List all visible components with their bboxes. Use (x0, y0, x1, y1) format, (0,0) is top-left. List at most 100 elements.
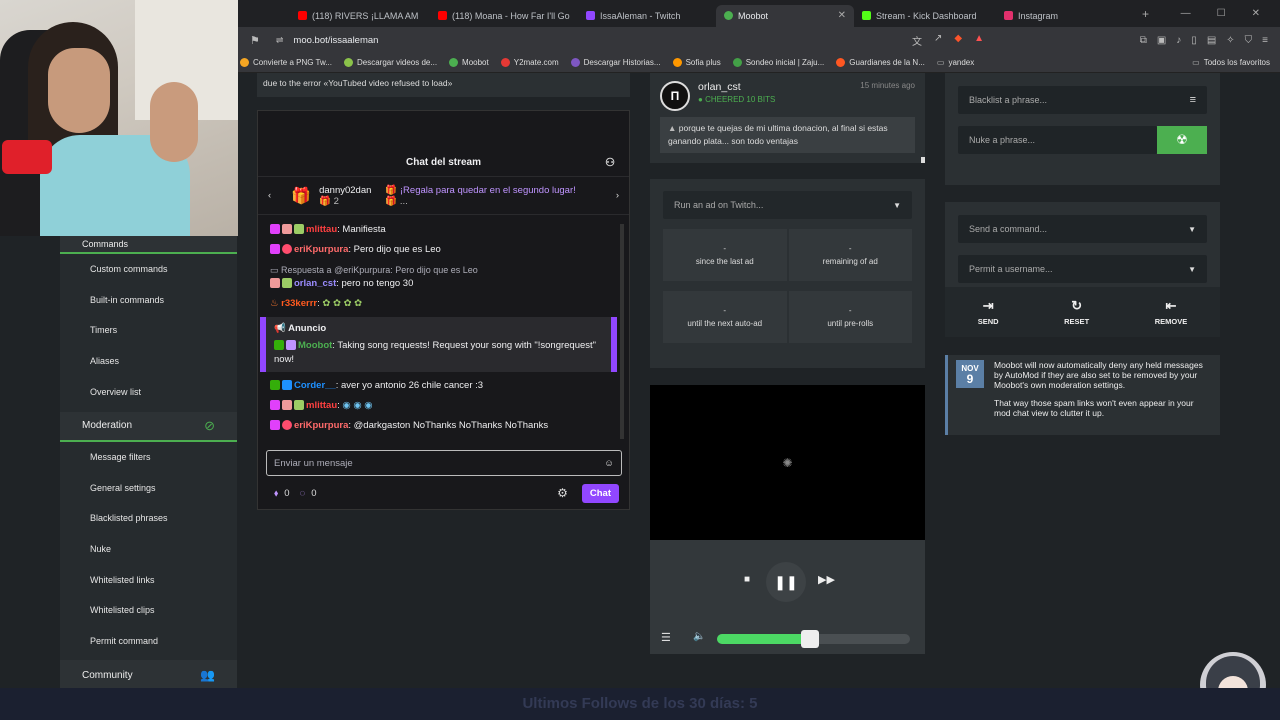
stream-footer: Ultimos Follows de los 30 días: 5 (0, 688, 1280, 720)
sidebar-community-header[interactable]: Community 👥 (60, 660, 237, 691)
vpn-icon[interactable]: ⛉ (1245, 35, 1253, 46)
webcam-hand (150, 82, 198, 162)
skip-forward-icon[interactable]: ▶▶ (818, 573, 835, 586)
sidebar-item-timers[interactable]: Timers (60, 315, 237, 346)
bookmark-2[interactable]: Descargar videos de... (344, 58, 437, 67)
minimize-icon[interactable]: — (1181, 8, 1191, 19)
ad-stat-label: until the next auto-ad (687, 319, 763, 328)
music-icon[interactable]: ♪ (1176, 35, 1181, 46)
bookmark-favicon (836, 58, 846, 67)
sidebar-item-custom-commands[interactable]: Custom commands (60, 254, 237, 285)
share-icon[interactable]: ↗ (934, 33, 942, 48)
chat-username[interactable]: eriKpurpura (294, 420, 348, 431)
leo-icon[interactable]: ✧ (1226, 35, 1234, 46)
bookmark-4[interactable]: Y2mate.com (500, 58, 559, 67)
sidebar-item-overview-list[interactable]: Overview list (60, 376, 237, 407)
blacklist-input[interactable]: Blacklist a phrase... ≡ (958, 86, 1207, 114)
bookmark-6[interactable]: Sofia plus (672, 58, 721, 67)
browser-tab-1[interactable]: (118) RIVERS ¡LLAMA AM (290, 5, 430, 27)
chat-input[interactable]: Enviar un mensaje ☺ (266, 450, 622, 476)
volume-slider[interactable] (717, 630, 910, 648)
screenshot-icon[interactable]: ▣ (1157, 35, 1166, 46)
status-dot-icon: ● (698, 95, 703, 104)
brave-shield-icon[interactable]: ◆ (954, 33, 962, 48)
volume-knob[interactable] (800, 630, 819, 648)
list-icon[interactable]: ≡ (1190, 94, 1196, 106)
bookmark-icon[interactable]: ⚑ (250, 34, 260, 47)
wallet-icon[interactable]: ▤ (1207, 35, 1216, 46)
chat-username[interactable]: mlittau (306, 400, 337, 411)
chat-username[interactable]: r33kerrr (281, 298, 317, 309)
close-tab-icon[interactable]: ✕ (838, 10, 846, 21)
pause-button[interactable]: ❚❚ (766, 562, 806, 602)
browser-tab-2[interactable]: (118) Moana - How Far I'll Go (430, 5, 578, 27)
bookmark-7[interactable]: Sondeo inicial | Zaju... (732, 58, 824, 67)
volume-icon[interactable]: 🔈 (693, 631, 705, 642)
browser-tab-4[interactable]: Moobot ✕ (716, 4, 854, 27)
chat-send-button[interactable]: Chat (581, 483, 619, 503)
chat-username[interactable]: Corder__ (294, 380, 336, 391)
chat-text: : (337, 400, 340, 411)
community-icon[interactable]: ⚇ (605, 156, 615, 169)
chat-username[interactable]: eriKpurpura (294, 244, 348, 255)
sidebar-item-whitelisted-clips[interactable]: Whitelisted clips (60, 595, 237, 626)
brave-rewards-icon[interactable]: ▲ (974, 33, 984, 48)
bits-icon[interactable]: ◌ (300, 488, 306, 499)
loading-spinner-icon: ✺ (782, 455, 793, 470)
maximize-icon[interactable]: ☐ (1217, 8, 1226, 19)
bookmark-3[interactable]: Moobot (449, 58, 489, 67)
chevron-right-icon[interactable]: › (616, 190, 619, 201)
bookmark-5[interactable]: Descargar Historias... (570, 58, 661, 67)
sidebar-moderation-header[interactable]: Moderation ⊘ (60, 411, 237, 442)
nuke-input[interactable]: Nuke a phrase... (958, 126, 1157, 154)
browser-tab-6[interactable]: Instagram (996, 5, 1138, 27)
nuke-button[interactable]: ☢ (1157, 126, 1207, 154)
chat-settings-icon[interactable]: ⚙ (557, 486, 568, 500)
remove-button[interactable]: ⇤ REMOVE (1155, 298, 1188, 326)
sidebar-item-blacklisted-phrases[interactable]: Blacklisted phrases (60, 503, 237, 534)
url-field[interactable]: moo.bot/issaaleman (293, 35, 378, 46)
sidebar-item-general-settings[interactable]: General settings (60, 473, 237, 504)
site-info-icon[interactable]: ⇌ (276, 35, 284, 46)
all-bookmarks[interactable]: ▭ Todos los favoritos (1192, 58, 1280, 67)
cheer-panel: Π orlan_cst ● CHEERED 10 BITS 15 minutes… (650, 73, 925, 163)
ad-stat-label: since the last ad (695, 257, 754, 266)
stop-icon[interactable]: ■ (744, 574, 750, 585)
sidebar-icon[interactable]: ▯ (1191, 35, 1197, 46)
sidebar-item-built-in-commands[interactable]: Built-in commands (60, 285, 237, 316)
login-icon: ⇥ (982, 298, 994, 313)
sidebar-item-aliases[interactable]: Aliases (60, 346, 237, 377)
chevron-left-icon[interactable]: ‹ (268, 190, 271, 201)
chat-scrollbar[interactable] (620, 224, 624, 439)
remove-label: REMOVE (1154, 317, 1188, 326)
emote-picker-icon[interactable]: ☺ (604, 458, 614, 469)
sidebar-commands-header[interactable]: Commands (60, 236, 237, 254)
close-window-icon[interactable]: ✕ (1252, 8, 1260, 19)
cheer-scroll-thumb[interactable] (921, 157, 925, 163)
reset-button[interactable]: ↻ RESET (1064, 298, 1089, 326)
chat-username[interactable]: orlan_cst (294, 278, 336, 289)
chat-username[interactable]: mlittau (306, 224, 337, 235)
send-button[interactable]: ⇥ SEND (978, 298, 999, 326)
bookmark-folder-yandex[interactable]: ▭ yandex (937, 58, 974, 67)
playlist-icon[interactable]: ☰ (661, 631, 671, 644)
send-command-select[interactable]: Send a command... ▼ (958, 215, 1207, 243)
browser-tab-3[interactable]: IssaAleman - Twitch (578, 5, 716, 27)
browser-tab-5[interactable]: Stream - Kick Dashboard (854, 5, 996, 27)
webcam-face (48, 48, 110, 133)
bookmark-1[interactable]: Convierte a PNG Tw... (240, 58, 332, 67)
run-ad-select[interactable]: Run an ad on Twitch... ▼ (663, 191, 912, 219)
sidebar-item-message-filters[interactable]: Message filters (60, 442, 237, 473)
announcement-user[interactable]: Moobot (298, 340, 332, 351)
bookmark-8[interactable]: Guardianes de la N... (836, 58, 925, 67)
sidebar-item-whitelisted-links[interactable]: Whitelisted links (60, 564, 237, 595)
sidebar-item-permit-command[interactable]: Permit command (60, 626, 237, 657)
extensions-icon[interactable]: ⧉ (1140, 35, 1147, 46)
new-tab-button[interactable]: + (1142, 7, 1149, 21)
translate-icon[interactable]: 文 (912, 33, 922, 48)
permit-username-select[interactable]: Permit a username... ▼ (958, 255, 1207, 283)
sidebar-item-nuke[interactable]: Nuke (60, 534, 237, 565)
channel-points-icon[interactable]: ⬧ (274, 488, 278, 499)
menu-icon[interactable]: ≡ (1262, 35, 1268, 46)
chat-message: mlittau: Manifiesta (258, 223, 629, 237)
